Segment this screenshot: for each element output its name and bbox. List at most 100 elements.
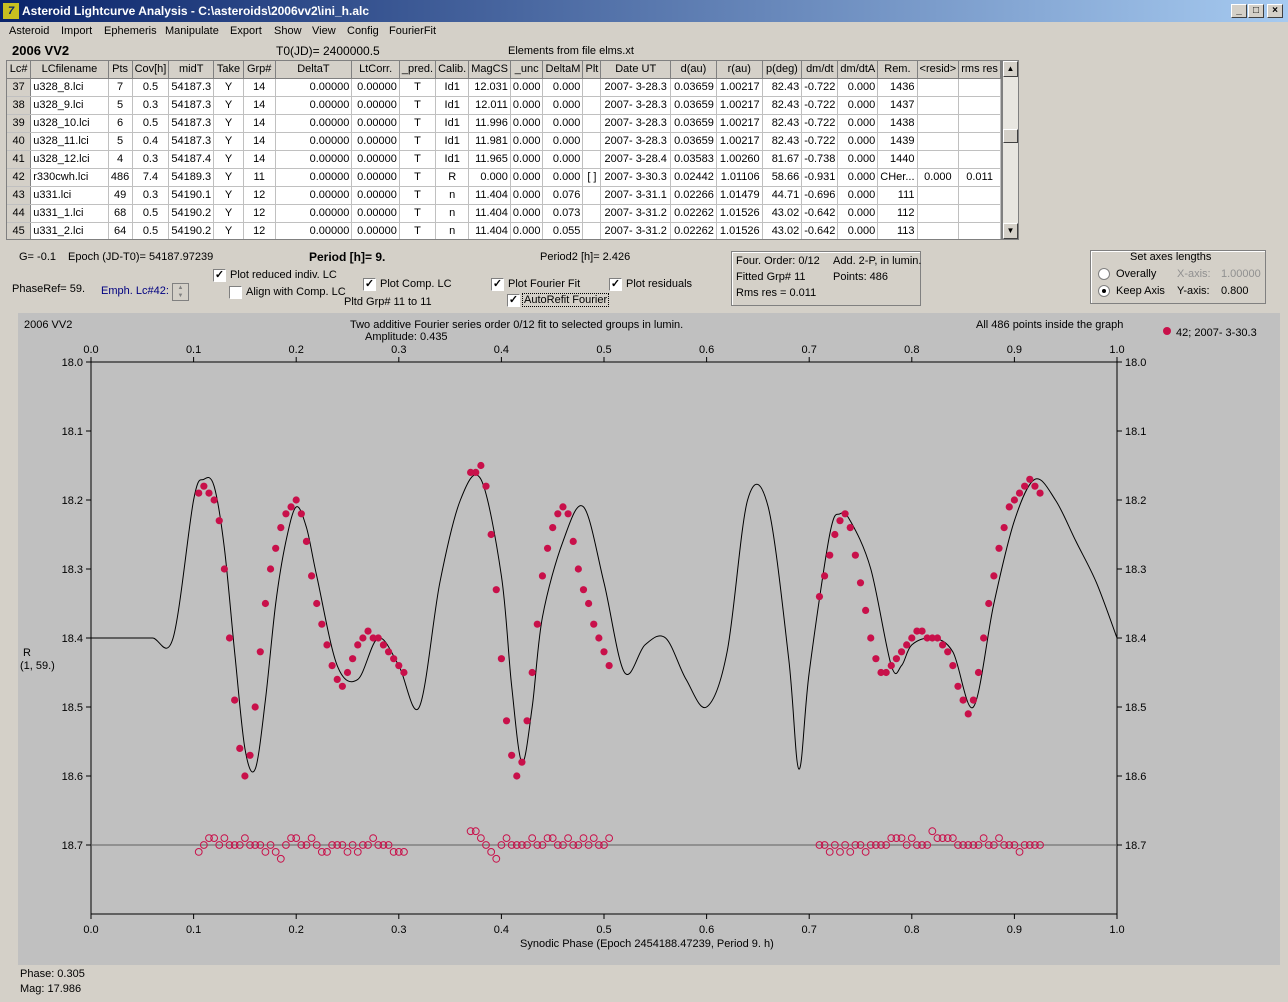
data-point [502,717,511,725]
residual-point [579,834,588,842]
data-point [508,751,516,759]
data-point [307,572,316,580]
x-tick-label-top: 0.3 [391,344,406,356]
data-point [231,696,239,704]
fourier-fit-curve [90,474,1118,773]
data-point [938,641,947,649]
data-point [528,668,536,677]
residual-point [825,848,834,856]
residual-point [605,834,614,842]
residual-point [861,848,870,856]
residual-point [471,827,480,836]
y-tick-label-right: 18.4 [1125,633,1146,645]
data-point [969,696,977,704]
data-point [1021,482,1029,490]
data-point [974,668,983,677]
data-point [820,572,829,580]
y-tick-label-left: 18.5 [62,702,83,714]
data-point [903,641,911,649]
y-tick-label-left: 18.4 [62,633,83,645]
data-point [841,510,849,518]
data-point [944,648,952,656]
data-point [600,648,608,656]
data-point [933,634,942,642]
data-point [210,496,218,504]
data-point [287,503,295,511]
x-tick-label-top: 0.4 [494,344,509,356]
data-point [333,675,341,684]
residual-point [487,848,496,856]
data-point [523,717,531,725]
data-point [323,641,331,649]
residual-point [261,848,270,856]
x-tick-label-bottom: 0.7 [802,924,817,936]
data-point [220,565,228,573]
data-point [985,599,993,608]
data-point [836,517,844,525]
data-point [400,668,408,677]
x-tick-label-bottom: 0.2 [289,924,304,936]
x-tick-label-top: 0.1 [186,344,201,356]
data-point [1010,496,1019,504]
y-tick-label-left: 18.2 [62,495,83,507]
data-point [585,599,593,608]
residual-point [928,827,937,836]
residual-point [948,834,957,842]
residual-point [897,834,906,842]
y-tick-label-right: 18.0 [1125,357,1146,369]
data-point [1036,489,1044,497]
y-tick-label-right: 18.2 [1125,495,1146,507]
x-tick-label-top: 0.2 [289,344,304,356]
residual-point [1015,848,1024,856]
y-tick-label-left: 18.6 [62,771,83,783]
x-tick-label-bottom: 0.3 [391,924,406,936]
data-point [559,503,567,511]
lightcurve-chart[interactable]: 0.0 0.0 0.1 0.1 0.2 0.2 0.3 0.3 0.4 0.4 0.5 0.5 0.6 0… [0,0,1288,1002]
data-point [1031,482,1039,490]
data-point [990,572,998,580]
data-point [554,510,562,518]
mag-readout: Mag: 17.986 [20,983,82,995]
residual-point [564,834,572,842]
residual-point [492,854,501,863]
x-tick-label-top: 0.5 [596,344,611,356]
data-point [241,772,249,780]
phase-readout: Phase: 0.305 [20,968,85,980]
y-tick-label-right: 18.3 [1125,564,1146,576]
data-point [261,599,270,608]
x-tick-label-top: 0.8 [904,344,919,356]
x-tick-label-bottom: 0.6 [699,924,714,936]
data-point [272,544,280,552]
data-point [492,586,500,594]
data-point [1000,524,1008,532]
plot-frame [90,361,1118,915]
data-point [862,606,870,615]
y-tick-label-left: 18.3 [62,564,83,576]
x-tick-label-top: 1.0 [1109,344,1124,356]
data-point [200,482,208,490]
residual-point [476,834,485,842]
data-point [882,668,890,677]
data-point [590,620,598,628]
data-point [195,489,203,497]
y-tick-label-right: 18.1 [1125,426,1146,438]
data-point [477,461,485,470]
data-point [359,634,367,642]
data-point [390,655,398,663]
data-point [384,648,393,656]
data-point [569,537,577,546]
data-point [897,648,906,656]
residual-point [907,834,916,842]
data-point [302,537,311,546]
x-tick-label-bottom: 0.8 [904,924,919,936]
data-point [364,627,372,635]
data-point [856,579,865,587]
data-point [246,751,254,759]
data-point [851,551,859,559]
data-point [831,530,839,539]
data-point [867,634,875,642]
residual-point [271,848,280,856]
data-point [549,524,557,532]
y-tick-label-left: 18.7 [62,840,83,852]
data-point [472,468,480,476]
